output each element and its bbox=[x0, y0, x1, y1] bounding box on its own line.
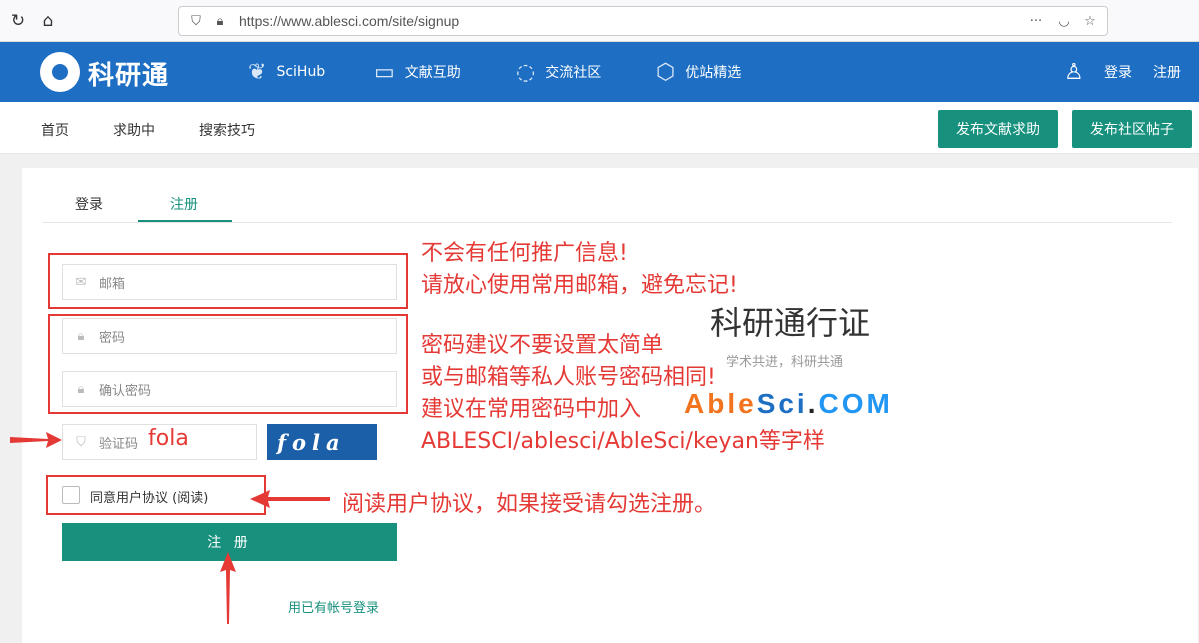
login-link-top[interactable]: 登录 bbox=[1104, 42, 1132, 102]
email-placeholder: 邮箱 bbox=[99, 276, 126, 292]
register-link-top[interactable]: 注册 bbox=[1153, 42, 1181, 102]
nav-literature-label: 文献互助 bbox=[404, 65, 461, 81]
lock-icon[interactable]: 🔒︎ bbox=[211, 13, 229, 31]
nav-featured-sites[interactable]: ⬡ 优站精选 bbox=[656, 42, 741, 102]
chat-icon: ◌ bbox=[516, 59, 536, 85]
home-icon[interactable]: ⌂ bbox=[38, 11, 58, 31]
logo-icon[interactable] bbox=[40, 52, 80, 92]
password-field[interactable]: 🔒︎ 密码 bbox=[62, 318, 397, 354]
subnav-pending[interactable]: 求助中 bbox=[113, 120, 155, 140]
password-placeholder: 密码 bbox=[99, 330, 126, 346]
shield-icon[interactable]: ⛉ bbox=[187, 13, 205, 31]
ablesci-logo-text: AbleSci.COM bbox=[684, 388, 893, 420]
annotation-pwd-3: 建议在常用密码中加入 bbox=[421, 397, 642, 422]
mail-icon: ✉ bbox=[75, 274, 87, 290]
nav-scihub[interactable]: ❦ SciHub bbox=[248, 42, 325, 102]
nav-community-label: 交流社区 bbox=[545, 65, 602, 81]
nav-scihub-label: SciHub bbox=[276, 64, 326, 80]
confirm-password-field[interactable]: 🔒︎ 确认密码 bbox=[62, 371, 397, 407]
star-icon[interactable]: ☆ bbox=[1081, 13, 1099, 31]
ablesci-sci: Sci bbox=[756, 388, 808, 419]
user-icon[interactable]: ♙ bbox=[1064, 42, 1084, 102]
email-field[interactable]: ✉ 邮箱 bbox=[62, 264, 397, 300]
ablesci-com: COM bbox=[818, 388, 893, 419]
agree-checkbox[interactable] bbox=[62, 486, 80, 504]
nav-community[interactable]: ◌ 交流社区 bbox=[516, 42, 601, 102]
post-community-button[interactable]: 发布社区帖子 bbox=[1072, 110, 1192, 148]
annotation-email-2: 请放心使用常用邮箱，避免忘记! bbox=[421, 273, 738, 298]
tabs-divider bbox=[42, 222, 1172, 223]
lock-icon: 🔒︎ bbox=[77, 381, 85, 397]
active-tab-indicator bbox=[138, 220, 232, 222]
existing-account-login-link[interactable]: 用已有帐号登录 bbox=[288, 597, 379, 616]
ablesci-able: Able bbox=[684, 388, 757, 419]
bird-icon: ❦ bbox=[248, 59, 267, 85]
reload-icon[interactable]: ↻ bbox=[8, 11, 28, 31]
subnav-home[interactable]: 首页 bbox=[41, 120, 69, 140]
agree-label[interactable]: 同意用户协议 (阅读) bbox=[90, 487, 208, 506]
browser-toolbar: ↻ ⌂ ⛉ 🔒︎ https://www.ablesci.com/site/si… bbox=[0, 0, 1199, 42]
arrow-left-icon bbox=[250, 490, 330, 508]
annotation-pwd-1: 密码建议不要设置太简单 bbox=[421, 333, 664, 358]
address-bar[interactable]: ⛉ 🔒︎ https://www.ablesci.com/site/signup… bbox=[178, 6, 1108, 36]
cube-icon: ⬡ bbox=[656, 59, 676, 85]
annotation-pwd-4: ABLESCI/ablesci/AbleSci/keyan等字样 bbox=[421, 429, 825, 454]
captcha-placeholder: 验证码 bbox=[99, 436, 139, 452]
url-text[interactable]: https://www.ablesci.com/site/signup bbox=[239, 13, 459, 29]
post-request-button[interactable]: 发布文献求助 bbox=[938, 110, 1058, 148]
captcha-typed-annotation: fola bbox=[148, 426, 189, 451]
pocket-icon[interactable]: ◡ bbox=[1055, 13, 1073, 31]
sub-navigation: 首页 求助中 搜索技巧 发布文献求助 发布社区帖子 bbox=[0, 102, 1199, 154]
tab-login[interactable]: 登录 bbox=[75, 194, 103, 214]
more-icon[interactable]: ··· bbox=[1027, 13, 1045, 31]
book-icon: ▭ bbox=[374, 59, 395, 85]
arrow-up-icon bbox=[220, 552, 236, 624]
logo-text[interactable]: 科研通 bbox=[88, 55, 169, 92]
nav-literature-help[interactable]: ▭ 文献互助 bbox=[374, 42, 461, 102]
lock-icon: 🔒︎ bbox=[77, 328, 85, 344]
confirm-password-placeholder: 确认密码 bbox=[99, 383, 152, 399]
annotation-email-1: 不会有任何推广信息! bbox=[421, 241, 628, 266]
ablesci-dot: . bbox=[807, 388, 819, 419]
annotation-agree: 阅读用户协议，如果接受请勾选注册。 bbox=[342, 492, 717, 517]
subnav-search-tips[interactable]: 搜索技巧 bbox=[199, 120, 255, 140]
arrow-right-icon bbox=[10, 432, 62, 448]
nav-featured-label: 优站精选 bbox=[685, 65, 742, 81]
annotation-pwd-2: 或与邮箱等私人账号密码相同! bbox=[421, 365, 716, 390]
captcha-image[interactable]: fola bbox=[267, 424, 377, 460]
site-header: 科研通 ❦ SciHub ▭ 文献互助 ◌ 交流社区 ⬡ 优站精选 ♙ 登录 注… bbox=[0, 42, 1199, 102]
brand-subtitle: 学术共进，科研共通 bbox=[726, 355, 844, 370]
shield-icon: ⛉ bbox=[76, 434, 86, 450]
brand-title: 科研通行证 bbox=[710, 304, 871, 342]
tab-register[interactable]: 注册 bbox=[170, 194, 198, 214]
